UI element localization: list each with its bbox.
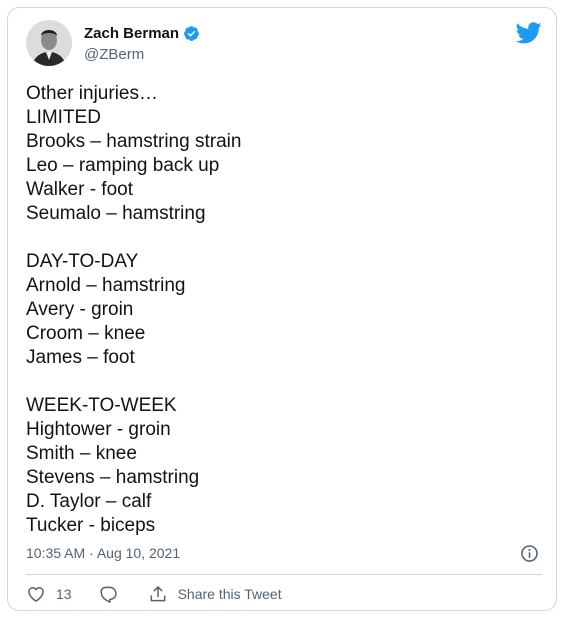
tweet-line: Brooks – hamstring strain — [26, 131, 242, 152]
twitter-bird-icon[interactable] — [516, 22, 542, 44]
reply-button[interactable] — [98, 584, 118, 604]
action-bar: 13 Share this Tweet — [26, 584, 282, 604]
author-handle[interactable]: @ZBerm — [84, 46, 144, 63]
author-name[interactable]: Zach Berman — [84, 25, 179, 42]
tweet-line: Leo – ramping back up — [26, 155, 220, 176]
verified-badge-icon — [184, 26, 199, 41]
tweet-line: Other injuries… — [26, 83, 158, 104]
tweet-line: Stevens – hamstring — [26, 467, 200, 488]
divider — [26, 574, 542, 575]
tweet-timestamp[interactable]: 10:35 AM · Aug 10, 2021 — [26, 545, 180, 561]
tweet-line: WEEK-TO-WEEK — [26, 395, 177, 416]
tweet-line: Tucker - biceps — [26, 515, 156, 536]
info-icon[interactable] — [520, 544, 539, 563]
tweet-line: LIMITED — [26, 107, 101, 128]
tweet-line: Avery - groin — [26, 299, 134, 320]
reply-bubble-icon — [100, 586, 117, 603]
share-upload-icon — [150, 586, 165, 602]
share-tweet-button[interactable]: Share this Tweet — [148, 584, 282, 604]
like-button[interactable]: 13 — [26, 584, 72, 604]
avatar[interactable] — [26, 20, 72, 66]
tweet-line: Smith – knee — [26, 443, 137, 464]
like-count: 13 — [56, 586, 72, 602]
tweet-line: Hightower - groin — [26, 419, 171, 440]
heart-icon — [28, 587, 44, 602]
tweet-line: Walker - foot — [26, 179, 133, 200]
tweet-line: DAY-TO-DAY — [26, 251, 139, 272]
tweet-line: Croom – knee — [26, 323, 146, 344]
tweet-line: Arnold – hamstring — [26, 275, 186, 296]
tweet-line: D. Taylor – calf — [26, 491, 152, 512]
tweet-line: James – foot — [26, 347, 135, 368]
tweet-card[interactable]: Zach Berman @ZBerm Other injuries… LIMIT… — [7, 7, 557, 611]
share-label: Share this Tweet — [177, 586, 282, 602]
tweet-text: Other injuries… LIMITED Brooks – hamstri… — [26, 82, 526, 538]
profile-photo-icon — [26, 20, 72, 66]
tweet-line: Seumalo – hamstring — [26, 203, 206, 224]
